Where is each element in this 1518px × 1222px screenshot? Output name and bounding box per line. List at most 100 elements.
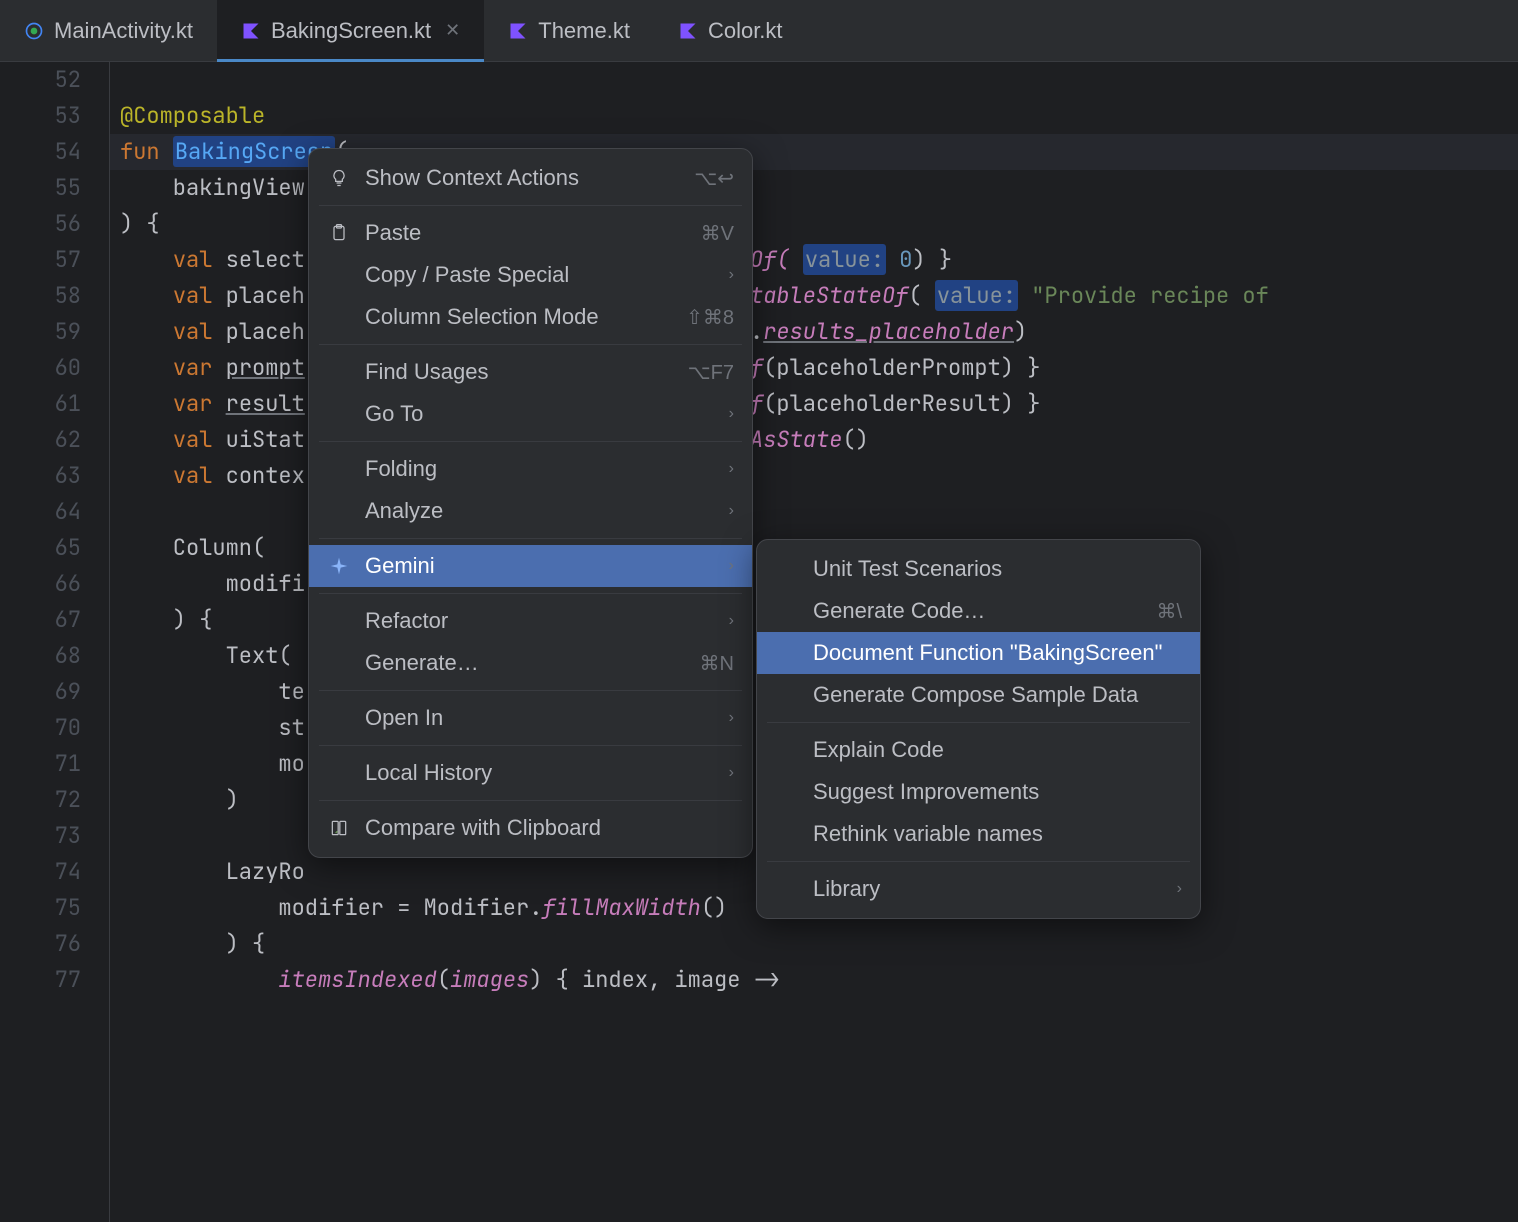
code-line-tail: .results_placeholder) [750, 314, 1027, 350]
menu-item-label: Column Selection Mode [365, 304, 599, 330]
menu-item-find-usages[interactable]: Find Usages⌥F7 [309, 351, 752, 393]
menu-item-go-to[interactable]: Go To› [309, 393, 752, 435]
tab-theme-kt[interactable]: Theme.kt [484, 0, 654, 61]
menu-item-suggest-improvements[interactable]: Suggest Improvements [757, 771, 1200, 813]
tab-label: MainActivity.kt [54, 18, 193, 44]
menu-item-label: Generate… [365, 650, 479, 676]
code-token: "Provide recipe of [1031, 281, 1269, 310]
code-line-tail: Of( value: 0) } [750, 242, 952, 278]
line-number: 76 [0, 926, 81, 962]
menu-item-folding[interactable]: Folding› [309, 448, 752, 490]
code-token: fun [120, 137, 173, 166]
menu-shortcut: ⌘N [700, 651, 734, 676]
menu-item-column-selection-mode[interactable]: Column Selection Mode⇧⌘8 [309, 296, 752, 338]
tab-color-kt[interactable]: Color.kt [654, 0, 807, 61]
menu-item-rethink-variable-names[interactable]: Rethink variable names [757, 813, 1200, 855]
line-number: 60 [0, 350, 81, 386]
menu-item-copy-paste-special[interactable]: Copy / Paste Special› [309, 254, 752, 296]
code-line: modifier = Modifier.fillMaxWidth() [120, 890, 780, 926]
menu-item-label: Rethink variable names [813, 821, 1043, 847]
menu-item-label: Library [813, 876, 880, 902]
menu-item-library[interactable]: Library› [757, 868, 1200, 910]
code-line-tail: f(placeholderResult) } [750, 386, 1040, 422]
code-token: result [226, 389, 305, 418]
line-number: 74 [0, 854, 81, 890]
line-number: 54 [0, 134, 81, 170]
code-line-tail: f(placeholderPrompt) } [750, 350, 1040, 386]
code-token: val [173, 425, 226, 454]
line-number: 61 [0, 386, 81, 422]
gemini-submenu: Unit Test Scenarios Generate Code…⌘\Docum… [756, 539, 1201, 919]
code-token [120, 389, 173, 418]
code-token: prompt [226, 353, 305, 382]
code-token: ) [1014, 317, 1027, 346]
tab-label: Color.kt [708, 18, 783, 44]
menu-item-label: Explain Code [813, 737, 944, 763]
menu-item-generate-code[interactable]: Generate Code…⌘\ [757, 590, 1200, 632]
menu-separator [767, 861, 1190, 862]
code-token: ) { [120, 605, 212, 634]
code-token [120, 461, 173, 490]
line-number: 56 [0, 206, 81, 242]
tab-mainactivity-kt[interactable]: MainActivity.kt [0, 0, 217, 61]
menu-item-explain-code[interactable]: Explain Code [757, 729, 1200, 771]
menu-item-label: Generate Code… [813, 598, 985, 624]
code-token [120, 353, 173, 382]
menu-item-label: Unit Test Scenarios [813, 556, 1002, 582]
code-token: Text( [120, 641, 292, 670]
line-number: 73 [0, 818, 81, 854]
menu-shortcut: ⌥F7 [688, 360, 734, 385]
chevron-right-icon: › [729, 709, 734, 727]
code-line-tail: tableStateOf( value: "Provide recipe of [750, 278, 1269, 314]
code-token: value: [803, 244, 886, 275]
line-number: 75 [0, 890, 81, 926]
code-token: bakingView [120, 173, 305, 202]
chevron-right-icon: › [729, 405, 734, 423]
kotlin-file-icon [24, 21, 44, 41]
line-number: 70 [0, 710, 81, 746]
menu-item-paste[interactable]: Paste⌘V [309, 212, 752, 254]
menu-item-label: Show Context Actions [365, 165, 579, 191]
menu-item-unit-test-scenarios[interactable]: Unit Test Scenarios [757, 548, 1200, 590]
menu-item-label: Compare with Clipboard [365, 815, 601, 841]
menu-item-compare-with-clipboard[interactable]: Compare with Clipboard [309, 807, 752, 849]
tab-bakingscreen-kt[interactable]: BakingScreen.kt ✕ [217, 0, 484, 61]
tab-label: BakingScreen.kt [271, 18, 431, 44]
menu-separator [319, 441, 742, 442]
code-token: te [120, 677, 305, 706]
menu-item-analyze[interactable]: Analyze› [309, 490, 752, 532]
code-token: ( [908, 281, 934, 310]
menu-separator [319, 344, 742, 345]
code-token: results_placeholder [763, 317, 1014, 346]
menu-item-open-in[interactable]: Open In› [309, 697, 752, 739]
menu-item-document-function-bakingscreen[interactable]: Document Function "BakingScreen" [757, 632, 1200, 674]
menu-item-refactor[interactable]: Refactor› [309, 600, 752, 642]
menu-item-show-context-actions[interactable]: Show Context Actions⌥↩ [309, 157, 752, 199]
menu-item-generate-compose-sample-data[interactable]: Generate Compose Sample Data [757, 674, 1200, 716]
code-token: index, image -> [569, 965, 780, 994]
line-number: 59 [0, 314, 81, 350]
line-number: 65 [0, 530, 81, 566]
kotlin-file-icon [241, 21, 261, 41]
menu-separator [319, 690, 742, 691]
chevron-right-icon: › [729, 460, 734, 478]
line-number: 66 [0, 566, 81, 602]
menu-item-local-history[interactable]: Local History› [309, 752, 752, 794]
code-token: val [173, 281, 226, 310]
kotlin-file-icon [508, 21, 528, 41]
code-line: @Composable [120, 98, 780, 134]
code-token [120, 965, 278, 994]
code-token: uiStat [226, 425, 305, 454]
menu-item-gemini[interactable]: Gemini› [309, 545, 752, 587]
code-token: fillMaxWidth [542, 893, 700, 922]
line-number: 77 [0, 962, 81, 998]
menu-shortcut: ⌘V [701, 221, 734, 246]
close-icon[interactable]: ✕ [445, 20, 460, 41]
menu-item-generate[interactable]: Generate… ⌘N [309, 642, 752, 684]
code-line-tail: AsState() [750, 422, 869, 458]
line-number: 58 [0, 278, 81, 314]
chevron-right-icon: › [729, 764, 734, 782]
code-token: () [701, 893, 727, 922]
code-token: placeh [226, 281, 305, 310]
code-line: itemsIndexed(images) { index, image -> [120, 962, 780, 998]
